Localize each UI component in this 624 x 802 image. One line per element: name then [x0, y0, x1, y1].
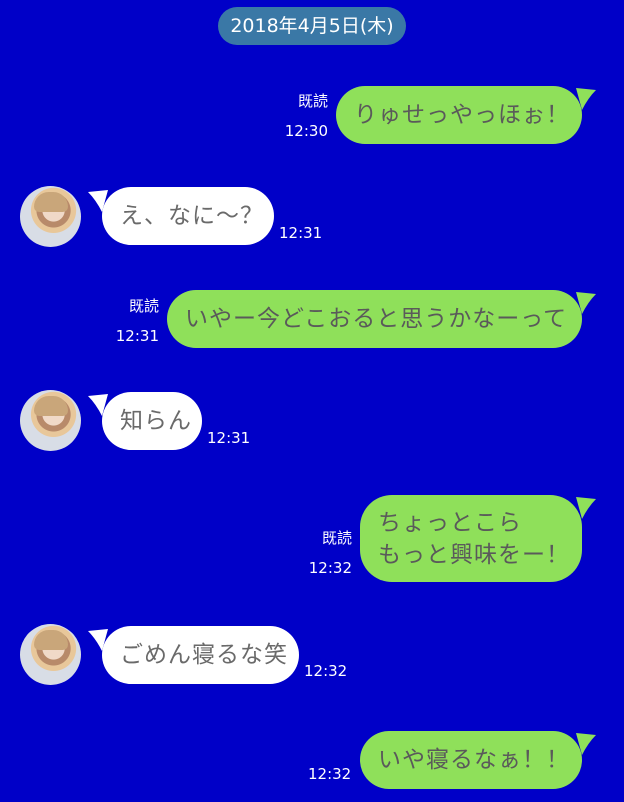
bubble-tail-icon: [576, 497, 596, 519]
received-message-bubble[interactable]: ごめん寝るな笑: [102, 626, 299, 684]
read-receipt: 既読: [321, 529, 352, 547]
contact-avatar[interactable]: [20, 390, 81, 451]
message-time: 12:31: [115, 327, 159, 345]
message-meta: 既読 12:31: [109, 296, 159, 346]
message-time: 12:31: [207, 429, 251, 447]
message-text: いや寝るなぁ！！: [378, 747, 570, 773]
received-message-bubble[interactable]: 知らん: [102, 392, 202, 450]
message-text: いやー今どこおると思うかなーって: [185, 306, 568, 332]
contact-avatar[interactable]: [20, 624, 81, 685]
message-time: 12:32: [308, 559, 352, 577]
message-time: 12:32: [304, 662, 348, 680]
contact-avatar[interactable]: [20, 186, 81, 247]
message-text-line: もっと興味をー！: [378, 542, 570, 568]
read-receipt: 既読: [128, 297, 159, 315]
bubble-tail-icon: [576, 88, 596, 110]
message-meta: 既読 12:32: [302, 528, 352, 578]
received-message-bubble[interactable]: え、なに〜？: [102, 187, 274, 245]
read-receipt: 既読: [297, 92, 328, 110]
sent-message-bubble[interactable]: ちょっとこら もっと興味をー！: [360, 495, 582, 582]
message-time: 12:31: [279, 224, 323, 242]
message-text-line: ちょっとこら: [378, 510, 522, 536]
message-text: 知らん: [120, 408, 192, 434]
sent-message-bubble[interactable]: いやー今どこおると思うかなーって: [167, 290, 582, 348]
date-separator: 2018年4月5日(木): [218, 7, 406, 45]
bubble-tail-icon: [576, 292, 596, 314]
sent-message-bubble[interactable]: いや寝るなぁ！！: [360, 731, 582, 789]
message-text: え、なに〜？: [120, 203, 264, 229]
sent-message-bubble[interactable]: りゅせっやっほぉ！: [336, 86, 582, 144]
bubble-tail-icon: [576, 733, 596, 755]
message-time: 12:32: [308, 765, 352, 783]
message-text: ごめん寝るな笑: [120, 642, 288, 668]
message-time: 12:30: [284, 122, 328, 140]
message-text: りゅせっやっほぉ！: [354, 102, 570, 128]
message-meta: 既読 12:30: [278, 91, 328, 141]
